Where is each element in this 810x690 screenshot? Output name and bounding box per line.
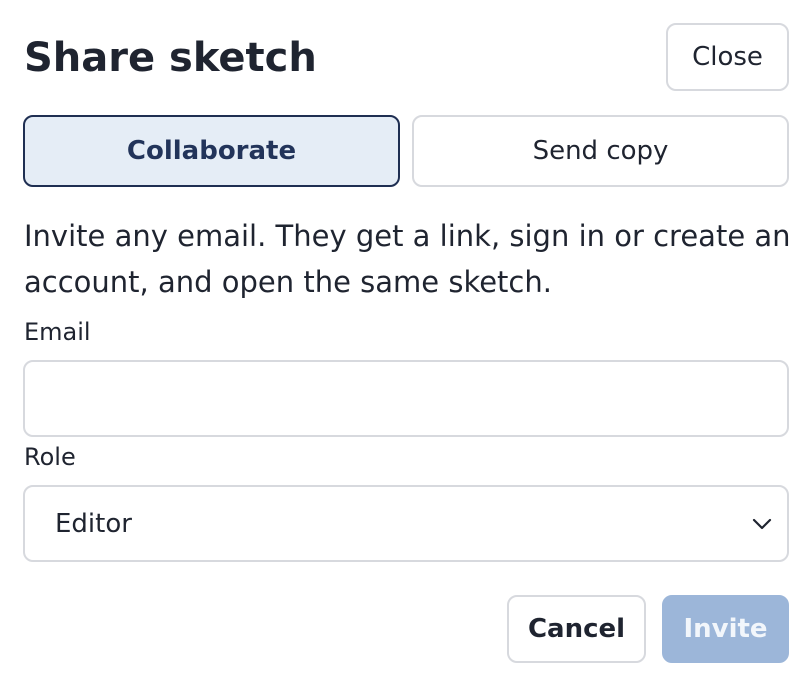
close-button[interactable]: Close [666, 23, 789, 91]
role-label: Role [24, 443, 76, 471]
invite-button[interactable]: Invite [662, 595, 789, 663]
tab-send-copy[interactable]: Send copy [412, 115, 789, 187]
tab-collaborate[interactable]: Collaborate [23, 115, 400, 187]
share-dialog: Share sketch Close Collaborate Send copy… [0, 0, 810, 690]
chevron-down-icon [751, 513, 773, 535]
share-description: Invite any email. They get a link, sign … [24, 219, 791, 299]
cancel-button[interactable]: Cancel [507, 595, 646, 663]
dialog-title: Share sketch [24, 35, 317, 81]
email-label: Email [24, 318, 91, 346]
role-selected-value: Editor [55, 508, 132, 539]
role-select[interactable]: Editor [23, 485, 789, 562]
email-field[interactable] [23, 360, 789, 437]
